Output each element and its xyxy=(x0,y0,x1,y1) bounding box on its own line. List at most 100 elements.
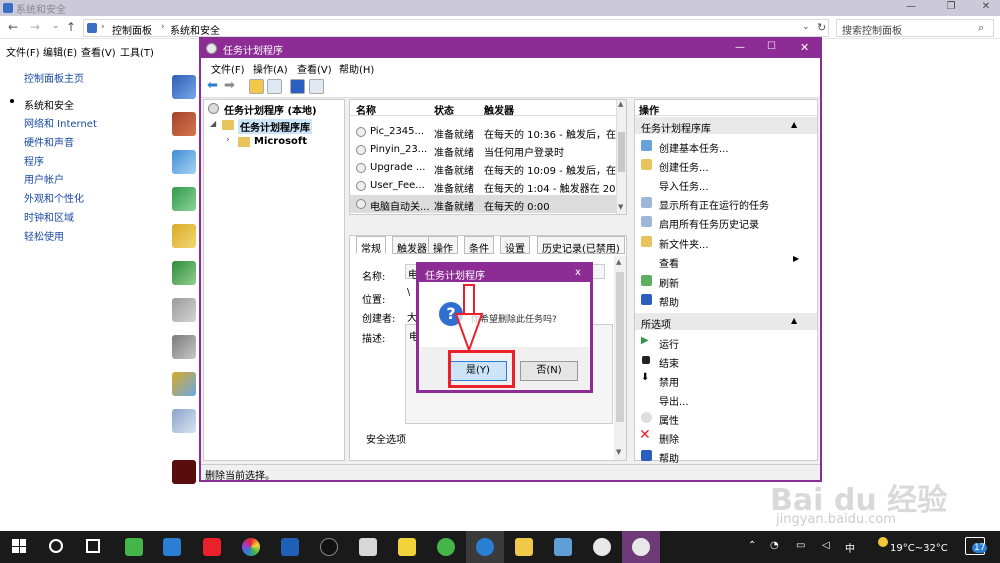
blue-app-icon[interactable] xyxy=(281,538,299,556)
action-help[interactable]: 帮助 xyxy=(635,290,817,309)
clock-app-icon[interactable] xyxy=(593,538,611,556)
table-row[interactable]: Pinyin_23... 准备就绪 当任何用户登录时 xyxy=(350,141,616,159)
toolbar-back-icon[interactable]: ⬅ xyxy=(207,78,218,93)
action-new-folder[interactable]: 新文件夹... xyxy=(635,232,817,251)
system-monitor-icon[interactable] xyxy=(172,150,196,174)
file-explorer-icon[interactable] xyxy=(515,538,533,556)
tab-general[interactable]: 常规 xyxy=(356,236,386,255)
no-button[interactable]: 否(N) xyxy=(520,361,578,381)
action-disable[interactable]: ⬇ 禁用 xyxy=(635,370,817,389)
firewall-icon[interactable] xyxy=(172,112,196,136)
action-create-basic-task[interactable]: 创建基本任务... xyxy=(635,136,817,155)
it-app-icon[interactable] xyxy=(203,538,221,556)
ie-icon[interactable] xyxy=(476,538,494,556)
nav-clock-region[interactable]: 时钟和区域 xyxy=(24,209,74,224)
nav-home[interactable]: 控制面板主页 xyxy=(24,70,84,85)
menu-tools[interactable]: 工具(T) xyxy=(120,44,154,59)
collapse-arrow-icon[interactable]: ▲ xyxy=(791,316,797,325)
action-help-selected[interactable]: 帮助 xyxy=(635,446,817,465)
control-panel-taskbar-icon[interactable] xyxy=(554,538,572,556)
network-icon[interactable]: ▭ xyxy=(796,540,805,551)
dialog-close-button[interactable]: x xyxy=(575,267,581,278)
nav-system-security[interactable]: 系统和安全 xyxy=(24,97,74,112)
scroll-thumb[interactable] xyxy=(618,132,625,172)
administrative-tools-icon[interactable] xyxy=(172,409,196,433)
search-icon[interactable]: ⌕ xyxy=(978,21,984,35)
ts-maximize-button[interactable]: ☐ xyxy=(767,41,776,52)
action-delete[interactable]: ✕ 删除 xyxy=(635,427,817,446)
ts-menu-view[interactable]: 查看(V) xyxy=(297,61,332,76)
toolbar-action-pane-icon[interactable] xyxy=(309,79,324,94)
ts-menu-help[interactable]: 帮助(H) xyxy=(339,61,374,76)
work-folders-icon[interactable] xyxy=(172,372,196,396)
list-scrollbar[interactable]: ▲ ▼ xyxy=(616,100,626,214)
dropdown-icon[interactable]: ⌄ xyxy=(52,21,60,31)
search-input[interactable]: 搜索控制面板 ⌕ xyxy=(836,19,994,37)
table-row-selected[interactable]: 电脑自动关... 准备就绪 在每天的 0:00 xyxy=(350,195,616,213)
tree-collapse-icon[interactable]: › xyxy=(226,135,230,145)
ts-menu-action[interactable]: 操作(A) xyxy=(253,61,288,76)
action-create-task[interactable]: 创建任务... xyxy=(635,155,817,174)
address-field[interactable]: › 控制面板 › 系统和安全 ⌄ ↻ xyxy=(83,19,829,37)
toolbar-help-icon[interactable] xyxy=(290,79,305,94)
actions-section-library[interactable]: 任务计划程序库 ▲ xyxy=(635,117,817,135)
menu-view[interactable]: 查看(V) xyxy=(81,44,116,59)
column-status[interactable]: 状态 xyxy=(434,102,454,117)
green-refresh-icon[interactable] xyxy=(437,538,455,556)
menu-edit[interactable]: 编辑(E) xyxy=(43,44,77,59)
tab-actions[interactable]: 操作 xyxy=(428,236,458,255)
back-icon[interactable]: ← xyxy=(8,20,18,34)
scroll-up-icon[interactable]: ▲ xyxy=(618,100,623,108)
flash-player-icon[interactable] xyxy=(172,460,196,484)
forward-icon[interactable]: → xyxy=(30,20,40,34)
toolbar-forward-icon[interactable]: ➡ xyxy=(224,78,235,93)
tab-conditions[interactable]: 条件 xyxy=(464,236,494,255)
breadcrumb-system-security[interactable]: 系统和安全 xyxy=(170,22,220,37)
tab-history[interactable]: 历史记录(已禁用) xyxy=(537,236,625,255)
nav-network[interactable]: 网络和 Internet xyxy=(24,115,97,130)
action-view[interactable]: 查看 ▶ xyxy=(635,251,817,270)
tree-library[interactable]: 任务计划程序库 xyxy=(238,119,312,134)
tree-root[interactable]: 任务计划程序 (本地) xyxy=(224,102,317,117)
nav-user-accounts[interactable]: 用户帐户 xyxy=(24,171,64,186)
tree-expand-icon[interactable]: ◢ xyxy=(210,119,216,128)
file-history-icon[interactable] xyxy=(172,224,196,248)
detail-scrollbar[interactable]: ▲ ▼ xyxy=(614,256,626,460)
calendar-app-icon[interactable] xyxy=(163,538,181,556)
collapse-arrow-icon[interactable]: ▲ xyxy=(791,120,797,129)
volume-icon[interactable]: ◁ xyxy=(822,540,830,551)
fox-app-icon[interactable] xyxy=(359,538,377,556)
scroll-down-icon[interactable]: ▼ xyxy=(616,448,621,456)
toolbar-folder-up-icon[interactable] xyxy=(249,79,264,94)
table-row[interactable]: Upgrade ... 准备就绪 在每天的 10:09 - 触发后，在 xyxy=(350,159,616,177)
scroll-up-icon[interactable]: ▲ xyxy=(616,258,621,266)
action-run[interactable]: ▶ 运行 xyxy=(635,332,817,351)
up-icon[interactable]: ↑ xyxy=(66,20,76,34)
outer-minimize-button[interactable]: — xyxy=(900,1,922,15)
action-export[interactable]: 导出... xyxy=(635,389,817,408)
menu-file[interactable]: 文件(F) xyxy=(6,44,40,59)
ts-minimize-button[interactable]: — xyxy=(735,42,745,53)
nav-programs[interactable]: 程序 xyxy=(24,153,44,168)
scroll-thumb[interactable] xyxy=(616,272,624,422)
scroll-down-icon[interactable]: ▼ xyxy=(618,203,623,211)
nav-ease-of-access[interactable]: 轻松使用 xyxy=(24,228,64,243)
flag-icon[interactable] xyxy=(172,75,196,99)
qq-icon[interactable] xyxy=(320,538,338,556)
nav-appearance[interactable]: 外观和个性化 xyxy=(24,190,84,205)
column-name[interactable]: 名称 xyxy=(356,102,376,117)
table-row[interactable]: User_Fee... 准备就绪 在每天的 1:04 - 触发器在 20 xyxy=(350,177,616,195)
color-wheel-icon[interactable] xyxy=(242,538,260,556)
wechat-icon[interactable] xyxy=(125,538,143,556)
action-refresh[interactable]: 刷新 xyxy=(635,271,817,290)
action-end[interactable]: 结束 xyxy=(635,351,817,370)
task-view-icon[interactable] xyxy=(86,539,100,553)
action-properties[interactable]: 属性 xyxy=(635,408,817,427)
outer-close-button[interactable]: ✕ xyxy=(975,1,997,15)
tab-settings[interactable]: 设置 xyxy=(500,236,530,255)
table-row[interactable]: Pic_2345... 准备就绪 在每天的 10:36 - 触发后，在 xyxy=(350,123,616,141)
power-options-icon[interactable] xyxy=(172,187,196,211)
column-trigger[interactable]: 触发器 xyxy=(484,102,514,117)
bitlocker-icon[interactable] xyxy=(172,298,196,322)
backup-restore-icon[interactable] xyxy=(172,261,196,285)
